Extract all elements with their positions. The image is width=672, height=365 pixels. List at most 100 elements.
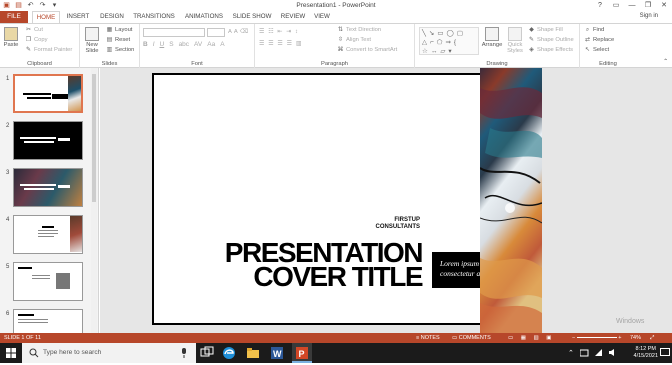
current-slide[interactable]: FIRSTUP CONSULTANTS PRESENTATION COVER T… [152,73,532,325]
tab-insert[interactable]: INSERT [64,11,92,23]
slide-thumbnail-2[interactable] [13,121,83,160]
edge-icon[interactable] [222,346,236,360]
pentagon-shape-icon[interactable]: ⬠ [437,38,443,46]
tab-review[interactable]: REVIEW [278,11,308,23]
brace-shape-icon[interactable]: { [454,39,456,46]
powerpoint-taskbar-button[interactable]: P [292,343,312,363]
zoom-level[interactable]: 74% [630,335,641,341]
fit-slide-icon[interactable]: ⤢ [650,335,654,342]
tab-transitions[interactable]: TRANSITIONS [130,11,178,23]
tab-home[interactable]: HOME [32,11,60,23]
slide-sorter-icon[interactable]: ▦ [521,335,526,341]
text-direction-button[interactable]: ⇅ Text Direction [337,27,381,33]
word-icon[interactable]: W [270,346,284,360]
bracket-shape-icon[interactable]: ⌐ [430,39,434,46]
font-color-icon[interactable]: A [220,41,224,48]
font-size-box[interactable] [207,28,225,37]
layout-button[interactable]: ▦ Layout [106,27,133,33]
show-hidden-icons[interactable]: ⌃ [568,349,574,357]
underline-icon[interactable]: U [160,41,165,48]
align-right-icon[interactable]: ☰ [277,41,282,47]
collapse-ribbon-icon[interactable]: ⌃ [663,59,668,65]
rounded-rect-icon[interactable]: ▢ [457,29,463,37]
font-grow-shrink[interactable]: A A ⌫ [228,29,248,35]
reset-button[interactable]: ▤ Reset [106,37,131,43]
reading-view-icon[interactable]: ▥ [533,335,538,341]
section-button[interactable]: ▥ Section [106,47,135,53]
shape-effects-button[interactable]: ◈ Shape Effects [528,47,573,53]
cut-button[interactable]: ✂ Cut [25,27,43,33]
replace-button[interactable]: ⇄ Replace [584,37,614,43]
start-button[interactable] [0,343,22,363]
bullets-icon[interactable]: ☰ [259,29,264,35]
shrink-font-icon[interactable]: A [234,29,238,35]
tab-view[interactable]: VIEW [310,11,334,23]
convert-smartart-button[interactable]: ⌘ Convert to SmartArt [337,47,398,53]
notes-button[interactable]: ≡ NOTES [416,335,440,341]
shadow-icon[interactable]: S [169,41,173,48]
star-shape-icon[interactable]: ☆ [422,47,428,55]
shapes-gallery[interactable]: ╲ ↘ ▭ ◯ ▢ △ ⌐ ⬠ ⇒ { ☆ ↔ ▱ ▾ [419,27,479,55]
slide-thumbnail-3[interactable] [13,168,83,207]
align-center-icon[interactable]: ☰ [268,41,273,47]
font-name-box[interactable] [143,28,205,37]
align-text-button[interactable]: ⇳ Align Text [337,37,371,43]
tab-animations[interactable]: ANIMATIONS [182,11,226,23]
arrow-shape-icon[interactable]: ↘ [429,29,434,37]
quick-styles-button[interactable]: Quick Styles [504,27,526,54]
sign-in-link[interactable]: Sign in [640,13,658,19]
strikethrough-icon[interactable]: abc [179,41,189,48]
volume-icon[interactable] [608,348,617,357]
justify-icon[interactable]: ☰ [287,41,292,47]
triangle-shape-icon[interactable]: △ [422,38,427,46]
close-button[interactable]: ✕ [656,0,672,11]
tab-file[interactable]: FILE [0,11,28,23]
task-view-icon[interactable] [200,346,214,360]
tab-slide-show[interactable]: SLIDE SHOW [230,11,274,23]
battery-icon[interactable] [580,349,589,357]
slideshow-icon[interactable]: ▣ [546,335,551,341]
comments-button[interactable]: ▭ COMMENTS [452,335,491,341]
taskbar-clock[interactable]: 8:12 PM 4/15/2021 [634,346,658,360]
slide-artwork-image[interactable] [480,68,542,333]
tab-design[interactable]: DESIGN [96,11,128,23]
decrease-indent-icon[interactable]: ⇤ [277,29,282,35]
format-painter-button[interactable]: ✎ Format Painter [25,47,72,53]
clear-format-icon[interactable]: ⌫ [240,29,248,35]
callout-shape-icon[interactable]: ▱ [440,47,445,55]
italic-icon[interactable]: I [153,41,155,48]
line-spacing-icon[interactable]: ↕ [295,29,298,35]
paste-button[interactable]: Paste [3,27,19,48]
more-shapes-icon[interactable]: ▾ [448,47,451,55]
align-left-icon[interactable]: ☰ [259,41,264,47]
left-right-arrow-icon[interactable]: ↔ [431,48,438,55]
spacing-icon[interactable]: AV [194,41,202,48]
shape-fill-button[interactable]: ◆ Shape Fill [528,27,563,33]
taskbar-search[interactable]: Type here to search [22,343,196,363]
company-name[interactable]: FIRSTUP CONSULTANTS [376,217,420,230]
right-arrow-shape-icon[interactable]: ⇒ [445,38,450,46]
zoom-slider[interactable]: − + [572,335,622,341]
minimize-button[interactable]: — [624,0,640,11]
slide-thumbnail-1[interactable] [13,74,83,113]
ribbon-display-icon[interactable]: ▭ [608,0,624,11]
help-icon[interactable]: ? [592,0,608,11]
scrollbar-thumb[interactable] [92,74,96,202]
copy-button[interactable]: ❐ Copy [25,37,48,43]
change-case-icon[interactable]: Aa [207,41,215,48]
oval-shape-icon[interactable]: ◯ [447,29,454,37]
slide-thumbnail-5[interactable] [13,262,83,301]
maximize-button[interactable]: ❐ [640,0,656,11]
grow-font-icon[interactable]: A [228,29,232,35]
line-shape-icon[interactable]: ╲ [422,29,426,37]
file-explorer-icon[interactable] [246,346,260,360]
bold-icon[interactable]: B [143,41,148,48]
rect-shape-icon[interactable]: ▭ [437,29,443,37]
select-button[interactable]: ↖ Select [584,47,609,53]
network-icon[interactable] [594,348,603,357]
new-slide-button[interactable]: New Slide [82,27,102,54]
thumbnail-scrollbar[interactable] [91,68,97,333]
zoom-track[interactable] [576,337,617,339]
slide-thumbnail-6[interactable] [13,309,83,333]
slide-thumbnail-4[interactable] [13,215,83,254]
